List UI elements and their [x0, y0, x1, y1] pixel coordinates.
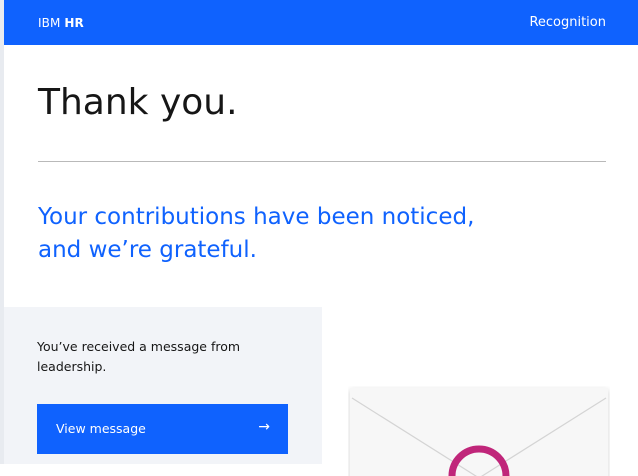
brand-prefix: IBM — [38, 16, 61, 30]
nav-link-recognition[interactable]: Recognition — [529, 15, 606, 31]
envelope-icon — [350, 388, 608, 476]
page-title: Thank you. — [38, 82, 238, 123]
brand-logo[interactable]: IBM HR — [38, 15, 84, 31]
brand-name: HR — [64, 16, 84, 30]
top-nav-bar: IBM HR Recognition — [4, 0, 638, 45]
section-divider — [38, 161, 606, 162]
view-message-label: View message — [56, 421, 146, 436]
arrow-right-icon: → — [258, 419, 270, 435]
page-subtitle: Your contributions have been noticed, an… — [38, 204, 475, 263]
view-message-button[interactable]: View message → — [37, 404, 288, 454]
illustration-panel — [322, 307, 638, 476]
message-card: You’ve received a message from leadershi… — [4, 307, 322, 464]
message-card-text: You’ve received a message from leadershi… — [37, 339, 241, 374]
